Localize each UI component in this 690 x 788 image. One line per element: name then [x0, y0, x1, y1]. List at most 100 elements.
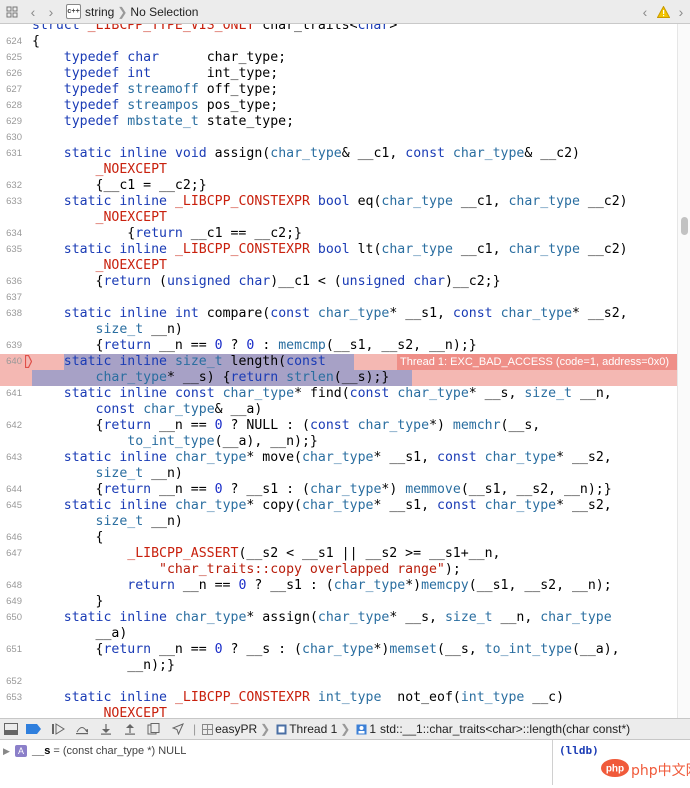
code-line[interactable]: size_t __n): [0, 514, 677, 530]
location-icon[interactable]: [166, 723, 190, 735]
code-line[interactable]: 647 _LIBCPP_ASSERT(__s2 < __s1 || __s2 >…: [0, 546, 677, 562]
code-line[interactable]: 627 typedef streamoff off_type;: [0, 82, 677, 98]
code-text[interactable]: static inline _LIBCPP_CONSTEXPR bool eq(…: [32, 194, 628, 210]
code-text[interactable]: _LIBCPP_ASSERT(__s2 < __s1 || __s2 >= __…: [32, 546, 500, 562]
code-line[interactable]: 628 typedef streampos pos_type;: [0, 98, 677, 114]
code-line[interactable]: 641 static inline const char_type* find(…: [0, 386, 677, 402]
hide-debug-area-icon[interactable]: [0, 723, 22, 735]
code-text[interactable]: typedef char char_type;: [32, 50, 286, 66]
code-line[interactable]: 650 static inline char_type* assign(char…: [0, 610, 677, 626]
variable-row[interactable]: ▶ A __s = (const char_type *) NULL: [3, 743, 186, 759]
code-line[interactable]: "char_traits::copy overlapped range");: [0, 562, 677, 578]
code-line[interactable]: 629 typedef mbstate_t state_type;: [0, 114, 677, 130]
code-line[interactable]: 648 return __n == 0 ? __s1 : (char_type*…: [0, 578, 677, 594]
breakpoints-toggle-icon[interactable]: [22, 723, 46, 735]
next-issue-icon[interactable]: ›: [672, 1, 690, 23]
code-text[interactable]: char_type* __s) {return strlen(__s);}: [32, 370, 390, 386]
code-text[interactable]: typedef streampos pos_type;: [32, 98, 278, 114]
disclosure-triangle-icon[interactable]: ▶: [3, 746, 15, 757]
code-text[interactable]: struct _LIBCPP_TYPE_VIS_ONLY char_traits…: [32, 24, 397, 34]
code-text[interactable]: {return __n == 0 ? __s : (char_type*)mem…: [32, 642, 620, 658]
code-text[interactable]: {: [32, 530, 104, 546]
view-hierarchy-icon[interactable]: [142, 723, 166, 735]
code-text[interactable]: to_int_type(__a), __n);}: [32, 434, 318, 450]
code-line[interactable]: 645 static inline char_type* copy(char_t…: [0, 498, 677, 514]
code-line[interactable]: 634 {return __c1 == __c2;}: [0, 226, 677, 242]
step-out-icon[interactable]: [118, 723, 142, 735]
code-line[interactable]: 649 }: [0, 594, 677, 610]
code-line[interactable]: size_t __n): [0, 466, 677, 482]
code-text[interactable]: typedef int int_type;: [32, 66, 278, 82]
code-text[interactable]: static inline void assign(char_type& __c…: [32, 146, 580, 162]
code-line[interactable]: 624 {: [0, 34, 677, 50]
code-line[interactable]: size_t __n): [0, 322, 677, 338]
step-into-icon[interactable]: [94, 723, 118, 735]
code-line[interactable]: 651 {return __n == 0 ? __s : (char_type*…: [0, 642, 677, 658]
code-line[interactable]: _NOEXCEPT: [0, 162, 677, 178]
code-text[interactable]: size_t __n): [32, 514, 183, 530]
back-icon[interactable]: ‹: [24, 1, 42, 23]
related-items-icon[interactable]: [0, 1, 24, 23]
code-line[interactable]: 638 static inline int compare(const char…: [0, 306, 677, 322]
scrollbar-thumb[interactable]: [681, 217, 688, 235]
code-text[interactable]: _NOEXCEPT: [32, 706, 167, 718]
code-text[interactable]: static inline int compare(const char_typ…: [32, 306, 628, 322]
code-line[interactable]: char_type* __s) {return strlen(__s);}: [0, 370, 677, 386]
continue-icon[interactable]: [46, 723, 70, 735]
code-text[interactable]: _NOEXCEPT: [32, 258, 167, 274]
code-line[interactable]: to_int_type(__a), __n);}: [0, 434, 677, 450]
code-line[interactable]: _NOEXCEPT: [0, 706, 677, 718]
code-text[interactable]: static inline _LIBCPP_CONSTEXPR int_type…: [32, 690, 564, 706]
previous-issue-icon[interactable]: ‹: [636, 1, 654, 23]
code-line[interactable]: 644 {return __n == 0 ? __s1 : (char_type…: [0, 482, 677, 498]
step-over-icon[interactable]: [70, 723, 94, 735]
code-text[interactable]: static inline char_type* move(char_type*…: [32, 450, 612, 466]
debug-frame[interactable]: std::__1::char_traits<char>::length(char…: [380, 722, 630, 736]
code-text[interactable]: static inline char_type* copy(char_type*…: [32, 498, 612, 514]
code-line[interactable]: 652: [0, 674, 677, 690]
code-text[interactable]: return __n == 0 ? __s1 : (char_type*)mem…: [32, 578, 611, 594]
code-text[interactable]: static inline _LIBCPP_CONSTEXPR bool lt(…: [32, 242, 628, 258]
code-text[interactable]: {: [32, 34, 40, 50]
code-text[interactable]: __a): [32, 626, 128, 642]
code-line[interactable]: const char_type& __a): [0, 402, 677, 418]
code-line[interactable]: 631 static inline void assign(char_type&…: [0, 146, 677, 162]
code-text[interactable]: __n);}: [32, 658, 175, 674]
code-line[interactable]: 639 {return __n == 0 ? 0 : memcmp(__s1, …: [0, 338, 677, 354]
code-line[interactable]: 636 {return (unsigned char)__c1 < (unsig…: [0, 274, 677, 290]
code-line[interactable]: __a): [0, 626, 677, 642]
code-line[interactable]: 637: [0, 290, 677, 306]
breadcrumb-file[interactable]: string: [85, 5, 114, 19]
code-text[interactable]: {return (unsigned char)__c1 < (unsigned …: [32, 274, 501, 290]
source-editor[interactable]: struct _LIBCPP_TYPE_VIS_ONLY char_traits…: [0, 24, 677, 718]
code-text[interactable]: size_t __n): [32, 466, 183, 482]
code-line[interactable]: 632 {__c1 = __c2;}: [0, 178, 677, 194]
breadcrumb-selection[interactable]: No Selection: [130, 5, 198, 19]
code-line[interactable]: 643 static inline char_type* move(char_t…: [0, 450, 677, 466]
code-line[interactable]: 630: [0, 130, 677, 146]
code-line[interactable]: 642 {return __n == 0 ? NULL : (const cha…: [0, 418, 677, 434]
code-text[interactable]: {__c1 = __c2;}: [32, 178, 207, 194]
code-line[interactable]: _NOEXCEPT: [0, 210, 677, 226]
code-text[interactable]: const char_type& __a): [32, 402, 263, 418]
code-text[interactable]: typedef streamoff off_type;: [32, 82, 278, 98]
code-line[interactable]: 646 {: [0, 530, 677, 546]
debug-thread[interactable]: Thread 1: [289, 722, 337, 736]
editor-scrollbar[interactable]: [677, 24, 690, 718]
code-line[interactable]: 633 static inline _LIBCPP_CONSTEXPR bool…: [0, 194, 677, 210]
code-line[interactable]: 626 typedef int int_type;: [0, 66, 677, 82]
code-text[interactable]: {return __c1 == __c2;}: [32, 226, 302, 242]
code-text[interactable]: typedef mbstate_t state_type;: [32, 114, 294, 130]
warning-icon[interactable]: [654, 1, 672, 23]
code-text[interactable]: static inline size_t length(const: [32, 354, 326, 370]
debug-target[interactable]: easyPR: [215, 722, 257, 736]
code-text[interactable]: "char_traits::copy overlapped range");: [32, 562, 461, 578]
debug-frame-number[interactable]: 1: [369, 722, 376, 736]
code-text[interactable]: {return __n == 0 ? NULL : (const char_ty…: [32, 418, 541, 434]
forward-icon[interactable]: ›: [42, 1, 60, 23]
code-line[interactable]: 625 typedef char char_type;: [0, 50, 677, 66]
code-line[interactable]: 635 static inline _LIBCPP_CONSTEXPR bool…: [0, 242, 677, 258]
code-text[interactable]: static inline char_type* assign(char_typ…: [32, 610, 612, 626]
instruction-pointer-icon[interactable]: [25, 355, 32, 368]
code-line[interactable]: _NOEXCEPT: [0, 258, 677, 274]
